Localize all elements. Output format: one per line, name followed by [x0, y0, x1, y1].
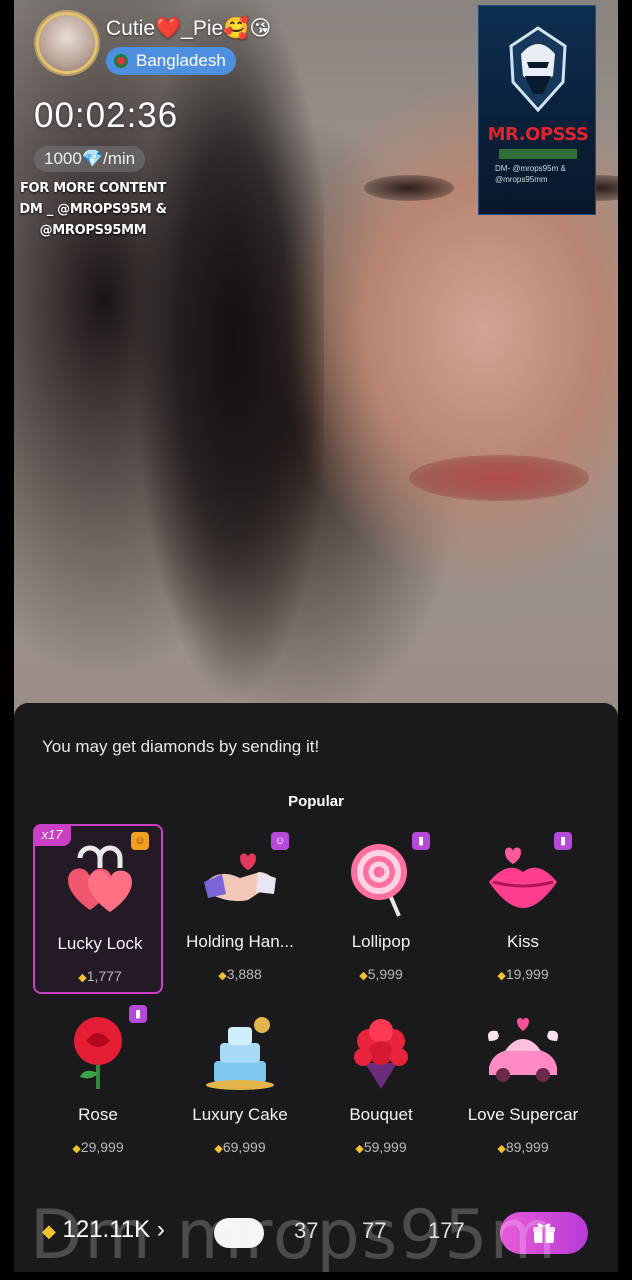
- video-eye-left: [364, 175, 454, 201]
- balance-button[interactable]: ◆ 121.11K ›: [42, 1216, 165, 1244]
- rate-badge: 1000💎/min: [34, 146, 146, 172]
- bangladesh-flag-icon: [114, 54, 128, 68]
- gift-price: ◆5,999: [316, 966, 446, 982]
- gift-kiss[interactable]: ▮ Kiss ◆19,999: [458, 824, 588, 994]
- gift-price: ◆69,999: [175, 1139, 305, 1155]
- gift-name: Holding Han...: [186, 932, 294, 951]
- host-chip[interactable]: Cutie❤️_Pie🥰😘 Bangladesh: [36, 12, 271, 75]
- gift-price-value: 69,999: [222, 1139, 266, 1155]
- bouquet-icon: [354, 1019, 408, 1089]
- gift-name: Luxury Cake: [192, 1105, 288, 1124]
- gift-hint: You may get diamonds by sending it!: [42, 737, 320, 756]
- diamond-icon: ◆: [42, 1221, 56, 1241]
- country-badge: Bangladesh: [106, 47, 236, 75]
- gift-name: Kiss: [506, 932, 540, 951]
- video-lips: [409, 455, 589, 501]
- gift-price: ◆89,999: [458, 1139, 588, 1155]
- luxury-cake-icon: [206, 1017, 274, 1090]
- call-timer: 00:02:36: [34, 96, 179, 135]
- gift-name: Love Supercar: [467, 1105, 579, 1124]
- brand-logo: MR.OPSSS DM- @mrops95m & @mrops95mm: [478, 5, 596, 215]
- gift-price: ◆59,999: [316, 1139, 446, 1155]
- gift-name: Lucky Lock: [57, 934, 143, 953]
- logo-title: MR.OPSSS: [487, 124, 589, 145]
- gift-love-supercar[interactable]: Love Supercar ◆89,999: [458, 997, 588, 1167]
- gift-price-value: 19,999: [505, 966, 549, 982]
- gift-price: ◆19,999: [458, 966, 588, 982]
- diamond-icon: ◆: [72, 1143, 81, 1155]
- gift-price: ◆1,777: [35, 968, 165, 984]
- gift-bouquet[interactable]: Bouquet ◆59,999: [316, 997, 446, 1167]
- diamond-icon: ◆: [497, 970, 506, 982]
- diamond-icon: ◆: [355, 1143, 364, 1155]
- diamond-icon: ◆: [78, 972, 87, 984]
- gift-rose[interactable]: ▮ Rose ◆29,999: [33, 997, 163, 1167]
- balance-value: 121.11K: [62, 1216, 151, 1243]
- host-avatar[interactable]: [36, 12, 98, 74]
- quantity-option[interactable]: 37: [294, 1218, 318, 1244]
- gift-price-value: 59,999: [363, 1139, 407, 1155]
- kiss-lips-icon: [489, 847, 557, 908]
- logo-stripe: [499, 149, 577, 159]
- gift-price-value: 29,999: [80, 1139, 124, 1155]
- gift-price-value: 89,999: [505, 1139, 549, 1155]
- home-indicator-bar: [0, 1272, 632, 1280]
- diamond-icon: ◆: [218, 970, 227, 982]
- quantity-toggle[interactable]: [214, 1218, 264, 1248]
- lucky-lock-icon: [68, 845, 132, 912]
- rate-value: 1000: [44, 149, 82, 168]
- rose-icon: [74, 1017, 122, 1089]
- gift-send-icon: [533, 1223, 555, 1243]
- rate-unit: /min: [103, 149, 136, 168]
- gift-name: Bouquet: [349, 1105, 413, 1124]
- host-name: Cutie❤️_Pie🥰😘: [106, 17, 272, 40]
- host-meta: Cutie❤️_Pie🥰😘 Bangladesh: [106, 12, 271, 75]
- gift-lucky-lock[interactable]: x17 ☺ Lucky Lock ◆1,777: [33, 824, 163, 994]
- diamond-icon: ◆: [214, 1143, 223, 1155]
- gift-bottom-bar: ◆ 121.11K › 37 77 177: [0, 1208, 632, 1258]
- hooded-figure-icon: [509, 26, 567, 113]
- gift-section-title[interactable]: Popular: [14, 793, 618, 810]
- gift-price-value: 1,777: [86, 968, 122, 984]
- gift-price: ◆3,888: [175, 966, 305, 982]
- diamond-icon: ◆: [359, 970, 368, 982]
- send-gift-button[interactable]: [500, 1212, 588, 1254]
- gift-price-value: 3,888: [226, 966, 262, 982]
- gift-holding-hands[interactable]: ☺ Holding Han... ◆3,888: [175, 824, 305, 994]
- country-label: Bangladesh: [136, 51, 226, 70]
- promo-overlay-text: FOR MORE CONTENT DM _ @MROPS95M & @MROPS…: [19, 181, 167, 238]
- love-supercar-icon: [488, 1018, 558, 1082]
- gift-sheet: You may get diamonds by sending it! Popu…: [14, 703, 618, 1280]
- lollipop-icon: [351, 844, 407, 917]
- holding-hands-icon: [204, 853, 276, 902]
- gift-luxury-cake[interactable]: Luxury Cake ◆69,999: [175, 997, 305, 1167]
- gift-price-value: 5,999: [367, 966, 403, 982]
- diamond-icon: ◆: [497, 1143, 506, 1155]
- quantity-option[interactable]: 77: [362, 1218, 386, 1244]
- gift-price: ◆29,999: [33, 1139, 163, 1155]
- diamond-icon: 💎: [81, 149, 103, 168]
- gift-name: Rose: [78, 1105, 118, 1124]
- gift-name: Lollipop: [351, 932, 411, 951]
- gift-lollipop[interactable]: ▮ Lollipop ◆5,999: [316, 824, 446, 994]
- chevron-right-icon: ›: [156, 1216, 165, 1243]
- logo-dm-text: DM- @mrops95m & @mrops95mm: [495, 164, 566, 184]
- quantity-option[interactable]: 177: [428, 1218, 465, 1244]
